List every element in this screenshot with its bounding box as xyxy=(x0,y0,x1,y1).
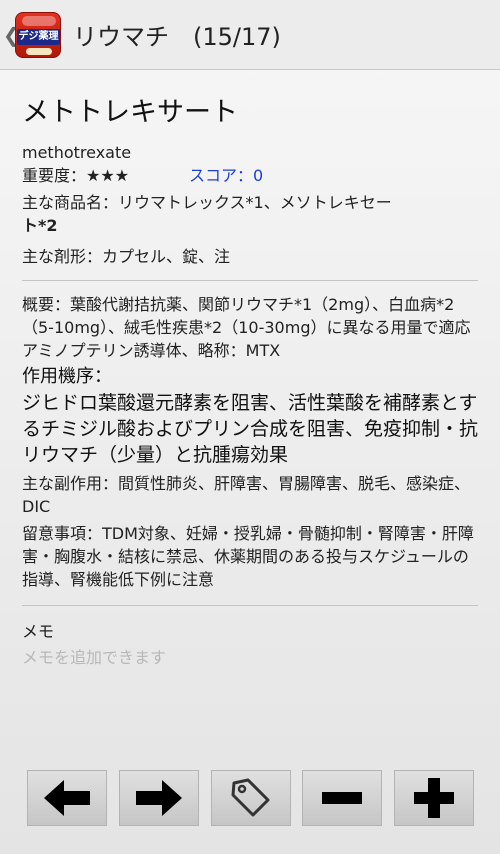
mechanism-text: ジヒドロ葉酸還元酵素を阻害、活性葉酸を補酵素とするチミジル酸およびプリン合成を阻… xyxy=(22,392,479,466)
memo-input[interactable]: メモを追加できます xyxy=(22,644,480,668)
brand-names-text: 主な商品名：リウマトレックス*1、メソトレキセー xyxy=(22,193,392,212)
importance-stars: ★★★ xyxy=(86,166,130,185)
action-bar: ❮ デジ薬理 リウマチ (15/17) xyxy=(0,0,500,70)
overview-text: 概要：葉酸代謝拮抗薬、関節リウマチ*1（2mg）、白血病*2（5-10mg）、絨… xyxy=(22,295,471,337)
page-title: リウマチ (15/17) xyxy=(73,23,281,51)
mechanism-title: 作用機序： xyxy=(22,366,112,387)
plus-icon xyxy=(414,778,454,818)
tag-button[interactable] xyxy=(210,770,291,826)
minus-icon xyxy=(322,792,363,804)
arrow-left-icon xyxy=(44,780,90,816)
divider xyxy=(22,605,478,606)
drug-name: メトトレキサート xyxy=(22,97,238,128)
importance-label: 重要度： xyxy=(22,166,87,185)
logo-pill xyxy=(26,47,52,55)
divider xyxy=(22,280,478,281)
tag-icon xyxy=(231,778,269,817)
logo-shine xyxy=(22,15,56,26)
decrease-button[interactable] xyxy=(302,770,383,826)
memo-label: メモ xyxy=(22,622,55,641)
brand-names-suffix: ト*2 xyxy=(22,216,58,235)
alias-text: アミノプテリン誘導体、略称：MTX xyxy=(22,341,281,360)
score-link[interactable]: スコア：0 xyxy=(189,164,263,187)
up-navigation-caret[interactable]: ❮ xyxy=(3,0,20,70)
side-effects-text: 主な副作用：間質性肺炎、肝障害、胃腸障害、脱毛、感染症、DIC xyxy=(22,474,471,516)
next-button[interactable] xyxy=(118,770,199,826)
arrow-right-icon xyxy=(135,780,182,816)
drug-card: メトトレキサート methotrexate 重要度： ★★★ スコア：0 主な商… xyxy=(22,90,480,668)
bottom-toolbar xyxy=(27,770,474,826)
increase-button[interactable] xyxy=(394,770,474,826)
drug-latin-name: methotrexate xyxy=(22,143,132,162)
dosage-forms: 主な剤形：カプセル、錠、注 xyxy=(22,247,231,266)
brand-names: 主な商品名：リウマトレックス*1、メソトレキセー ト*2 xyxy=(22,191,480,237)
notes-text: 留意事項：TDM対象、妊婦・授乳婦・骨髄抑制・腎障害・肝障害・胸腹水・結核に禁忌… xyxy=(22,524,474,589)
previous-button[interactable] xyxy=(27,770,107,826)
app-logo-icon[interactable]: デジ薬理 xyxy=(15,11,61,58)
app-logo-text: デジ薬理 xyxy=(17,28,60,45)
importance-row: 重要度： ★★★ スコア：0 xyxy=(22,164,480,187)
